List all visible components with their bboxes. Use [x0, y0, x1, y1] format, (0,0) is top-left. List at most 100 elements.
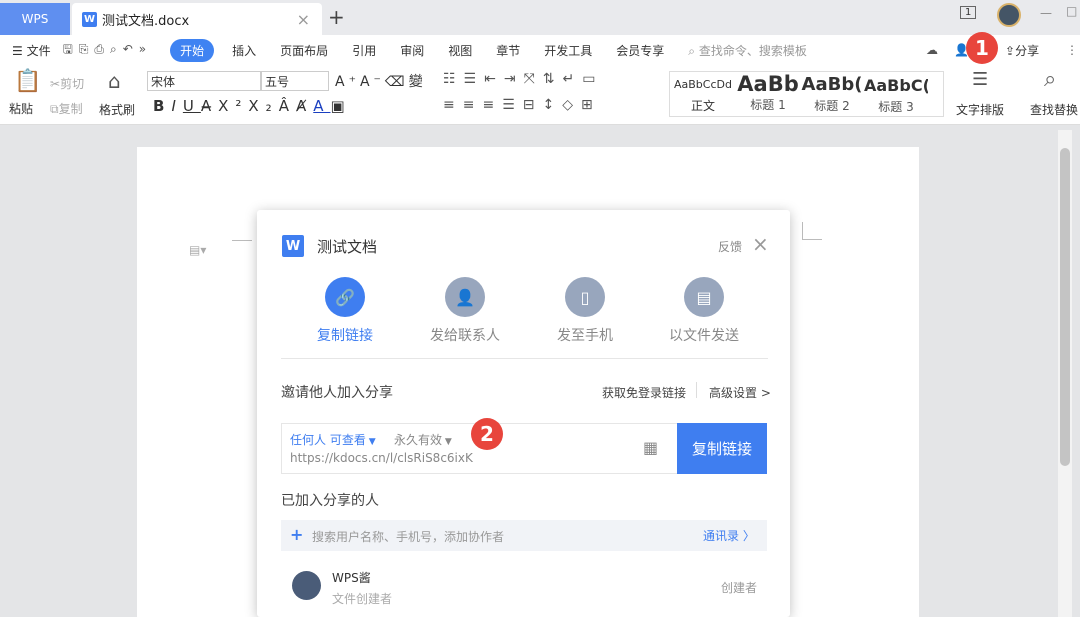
- validity-label: 永久有效: [394, 433, 442, 447]
- close-icon[interactable]: ×: [752, 232, 769, 256]
- permission-dropdown[interactable]: 任何人 可查看 ▼: [290, 431, 376, 448]
- copy-label: 复制: [59, 102, 83, 116]
- copy-icon: ⧉: [50, 102, 59, 116]
- ribbon-toolbar: 📋 粘贴 ✂剪切 ⧉复制 ⌂ 格式刷 宋体 五号 A⁺A⁻⌫變 BIUA̶X²X…: [0, 65, 1080, 125]
- menu-tab-view[interactable]: 视图: [436, 42, 484, 59]
- member-search-placeholder: 搜索用户名称、手机号，添加协作者: [312, 528, 504, 545]
- user-avatar[interactable]: [997, 3, 1021, 27]
- paragraph-tools-row[interactable]: ☷☰⇤⇥⤧⇅↵▭: [443, 71, 603, 87]
- text-format-row[interactable]: BIUA̶X²X₂ÂȺA▣: [153, 97, 352, 115]
- permission-label: 任何人 可查看: [290, 433, 366, 447]
- share-dialog: W 测试文档 反馈 × 🔗 复制链接 👤 发给联系人 ▯ 发至手机 ▤ 以文件发…: [257, 210, 790, 617]
- divider: [696, 382, 697, 398]
- caret-down-icon: ▼: [442, 437, 452, 447]
- advanced-settings-link[interactable]: 高级设置 >: [709, 384, 771, 401]
- member-subtitle: 文件创建者: [332, 590, 392, 607]
- validity-dropdown[interactable]: 永久有效 ▼: [394, 431, 452, 448]
- cut-label: 剪切: [60, 77, 84, 91]
- style-heading-3[interactable]: AaBbC( 标题 3: [864, 76, 928, 115]
- quick-access-icons[interactable]: 🖫⎘⎙⌕↶»: [51, 40, 165, 61]
- style-heading-2[interactable]: AaBb( 标题 2: [800, 74, 864, 114]
- annotation-badge-2: 2: [471, 418, 503, 450]
- cut-button[interactable]: ✂剪切: [50, 75, 84, 92]
- file-label: 文件: [27, 44, 51, 58]
- paste-button[interactable]: 粘贴: [9, 100, 33, 117]
- search-icon: ⌕: [688, 44, 699, 58]
- member-search-bar[interactable]: + 搜索用户名称、手机号，添加协作者 通讯录 〉: [281, 520, 767, 551]
- copy-button[interactable]: ⧉复制: [50, 100, 83, 117]
- file-icon: ▤: [684, 277, 724, 317]
- more-icon[interactable]: ⋮: [1066, 43, 1078, 57]
- minimize-button[interactable]: —: [1040, 6, 1052, 20]
- font-family-select[interactable]: 宋体: [147, 71, 261, 91]
- tab-document[interactable]: W 测试文档.docx ×: [72, 3, 322, 35]
- find-replace-button[interactable]: 查找替换: [1030, 101, 1078, 118]
- caret-down-icon: ▼: [366, 437, 376, 447]
- menu-tab-member[interactable]: 会员专享: [604, 42, 676, 59]
- command-search-placeholder: 查找命令、搜索模板: [699, 44, 807, 58]
- margin-mark: [232, 240, 252, 241]
- member-avatar: [292, 571, 321, 600]
- menu-tab-developer[interactable]: 开发工具: [532, 42, 604, 59]
- members-heading: 已加入分享的人: [281, 490, 379, 510]
- action-send-phone[interactable]: ▯ 发至手机: [530, 277, 640, 345]
- feedback-link[interactable]: 反馈: [718, 238, 742, 255]
- menu-tab-references[interactable]: 引用: [340, 42, 388, 59]
- font-tools-row[interactable]: A⁺A⁻⌫變: [335, 71, 427, 91]
- menu-tab-section[interactable]: 章节: [484, 42, 532, 59]
- copy-link-button[interactable]: 复制链接: [677, 423, 767, 474]
- action-label: 以文件发送: [649, 325, 759, 345]
- plus-icon: +: [290, 525, 303, 544]
- menu-tab-start[interactable]: 开始: [170, 39, 214, 62]
- margin-mark: [802, 222, 822, 240]
- annotation-badge-1: 1: [966, 32, 998, 64]
- phone-icon: ▯: [565, 277, 605, 317]
- style-preview: AaBbC(: [864, 76, 928, 95]
- close-tab-icon[interactable]: ×: [297, 10, 310, 29]
- menu-tab-review[interactable]: 审阅: [388, 42, 436, 59]
- alignment-tools-row[interactable]: ≡≡≡☰⊟↕◇⊞: [443, 97, 601, 113]
- wps-writer-icon: W: [282, 235, 304, 257]
- tab-wps[interactable]: WPS: [0, 3, 70, 35]
- menu-tab-layout[interactable]: 页面布局: [268, 42, 340, 59]
- page-indicator[interactable]: 1: [960, 6, 976, 19]
- paste-icon[interactable]: 📋: [14, 69, 41, 94]
- scrollbar-thumb[interactable]: [1060, 148, 1070, 466]
- new-tab-button[interactable]: +: [328, 5, 345, 29]
- style-label: 标题 2: [800, 97, 864, 114]
- qr-code-icon[interactable]: ▦: [643, 438, 658, 457]
- no-login-link[interactable]: 获取免登录链接: [602, 384, 686, 401]
- font-size-select[interactable]: 五号: [261, 71, 329, 91]
- format-painter-button[interactable]: 格式刷: [99, 101, 135, 118]
- link-icon: 🔗: [325, 277, 365, 317]
- invite-heading: 邀请他人加入分享: [281, 382, 393, 402]
- link-box: 任何人 可查看 ▼ 永久有效 ▼ https://kdocs.cn/l/clsR…: [281, 423, 767, 474]
- text-layout-button[interactable]: 文字排版: [956, 101, 1004, 118]
- style-preview: AaBb(: [800, 74, 864, 95]
- style-label: 标题 3: [864, 98, 928, 115]
- cloud-sync-icon[interactable]: ☁: [926, 43, 938, 57]
- menu-bar: ☰ 文件 🖫⎘⎙⌕↶» 开始 插入 页面布局 引用 审阅 视图 章节 开发工具 …: [0, 35, 1080, 65]
- share-icon: ⇪: [1005, 44, 1015, 58]
- command-search[interactable]: ⌕ 查找命令、搜索模板: [676, 42, 819, 59]
- dialog-title: 测试文档: [317, 236, 377, 257]
- share-url[interactable]: https://kdocs.cn/l/clsRiS8c6ixK: [290, 451, 473, 465]
- action-send-file[interactable]: ▤ 以文件发送: [649, 277, 759, 345]
- style-heading-1[interactable]: AaBb标题 1: [736, 72, 800, 113]
- paragraph-icon[interactable]: ▤▾: [189, 243, 206, 257]
- action-copy-link[interactable]: 🔗 复制链接: [290, 277, 400, 345]
- person-icon: 👤: [445, 277, 485, 317]
- style-normal[interactable]: AaBbCcDd正文: [672, 78, 734, 114]
- action-send-contact[interactable]: 👤 发给联系人: [410, 277, 520, 345]
- tab-title: 测试文档.docx: [102, 10, 189, 29]
- style-label: 标题 1: [736, 96, 800, 113]
- divider: [281, 358, 768, 359]
- file-menu[interactable]: ☰ 文件: [0, 42, 51, 59]
- contacts-link[interactable]: 通讯录 〉: [703, 527, 755, 544]
- action-label: 复制链接: [290, 325, 400, 345]
- menu-tab-insert[interactable]: 插入: [220, 42, 268, 59]
- share-button[interactable]: ⇪分享: [1005, 42, 1039, 59]
- text-layout-icon: ☰: [972, 69, 988, 90]
- magnifier-icon: ⌕: [1044, 67, 1056, 92]
- maximize-button[interactable]: □: [1066, 4, 1077, 18]
